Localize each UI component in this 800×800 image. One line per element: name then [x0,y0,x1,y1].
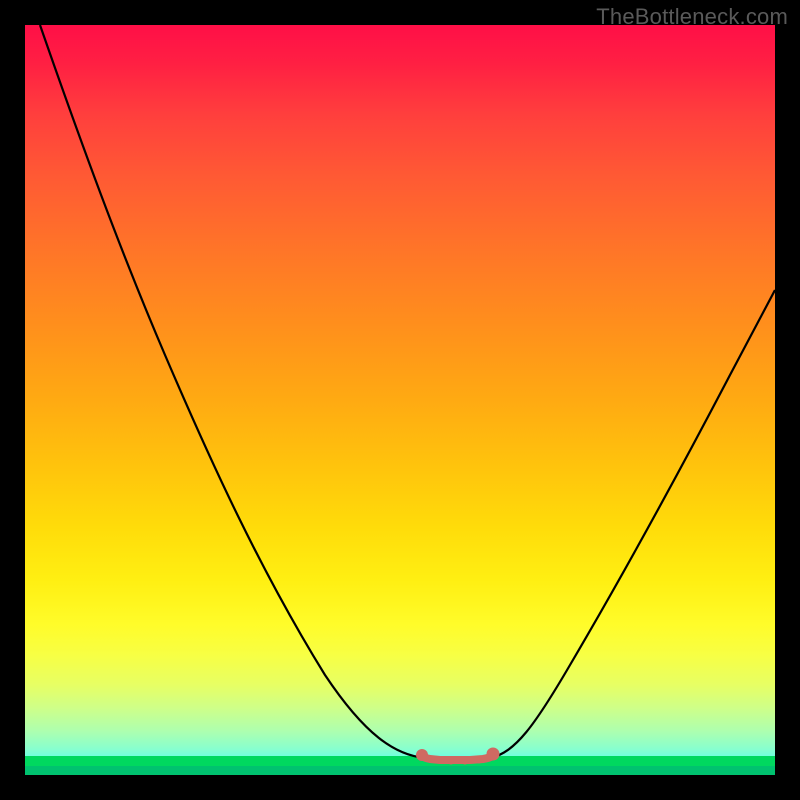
bottleneck-curve-left [40,25,425,758]
plot-area [25,25,775,775]
bottleneck-curve-right [490,290,775,758]
chart-frame [25,25,775,775]
flat-segment-dot [448,758,455,765]
flat-segment-dot [462,758,469,765]
flat-segment-endpoint-right [487,748,500,761]
watermark-text: TheBottleneck.com [596,4,788,30]
flat-segment-dot [434,757,441,764]
flat-segment-endpoint-left [416,749,428,761]
chart-svg [25,25,775,775]
flat-segment-dot [476,757,483,764]
